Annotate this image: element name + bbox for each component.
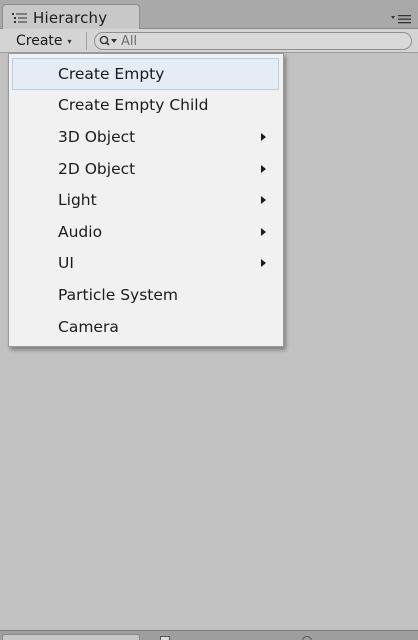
menu-item-create-empty-child[interactable]: Create Empty Child bbox=[9, 90, 283, 122]
create-button-label: Create bbox=[16, 33, 63, 49]
hierarchy-list-icon bbox=[12, 12, 27, 23]
menu-item-2d-object[interactable]: 2D Object bbox=[9, 153, 283, 185]
create-dropdown-menu: Create Empty Create Empty Child 3D Objec… bbox=[8, 53, 284, 347]
menu-item-light[interactable]: Light bbox=[9, 184, 283, 216]
dropdown-arrow-icon: ▾ bbox=[67, 36, 72, 46]
tab-hierarchy[interactable]: Hierarchy bbox=[2, 4, 140, 30]
menu-item-ui[interactable]: UI bbox=[9, 248, 283, 280]
menu-item-label: Particle System bbox=[58, 285, 178, 304]
menu-item-label: Create Empty bbox=[58, 64, 165, 83]
submenu-arrow-icon bbox=[261, 196, 266, 205]
create-button[interactable]: Create ▾ bbox=[8, 31, 80, 51]
submenu-arrow-icon bbox=[261, 227, 266, 236]
circle-icon[interactable] bbox=[302, 636, 312, 640]
search-input[interactable] bbox=[121, 33, 381, 49]
panel-options-icon[interactable] bbox=[390, 14, 412, 24]
search-field[interactable] bbox=[94, 32, 412, 50]
search-icon[interactable] bbox=[98, 34, 120, 48]
menu-item-label: UI bbox=[58, 254, 74, 273]
submenu-arrow-icon bbox=[261, 132, 266, 141]
menu-item-particle-system[interactable]: Particle System bbox=[9, 279, 283, 311]
bottom-tab[interactable] bbox=[2, 634, 140, 640]
toolbar-divider bbox=[86, 32, 87, 50]
hierarchy-toolbar: Create ▾ bbox=[0, 29, 418, 53]
menu-item-label: 3D Object bbox=[58, 127, 136, 146]
menu-item-label: Audio bbox=[58, 222, 103, 241]
tab-title: Hierarchy bbox=[33, 8, 108, 27]
menu-item-create-empty[interactable]: Create Empty bbox=[12, 58, 279, 90]
bottom-panel-strip bbox=[0, 630, 418, 640]
tab-strip: Hierarchy bbox=[0, 0, 418, 30]
checkbox-icon[interactable] bbox=[160, 636, 170, 640]
menu-item-label: Create Empty Child bbox=[58, 96, 209, 115]
menu-item-label: Light bbox=[58, 191, 97, 210]
menu-item-audio[interactable]: Audio bbox=[9, 216, 283, 248]
menu-item-camera[interactable]: Camera bbox=[9, 311, 283, 343]
menu-item-label: Camera bbox=[58, 317, 119, 336]
menu-item-label: 2D Object bbox=[58, 159, 136, 178]
hierarchy-window: Hierarchy Create ▾ Create Empty bbox=[0, 0, 418, 640]
submenu-arrow-icon bbox=[261, 259, 266, 268]
menu-item-3d-object[interactable]: 3D Object bbox=[9, 121, 283, 153]
submenu-arrow-icon bbox=[261, 164, 266, 173]
